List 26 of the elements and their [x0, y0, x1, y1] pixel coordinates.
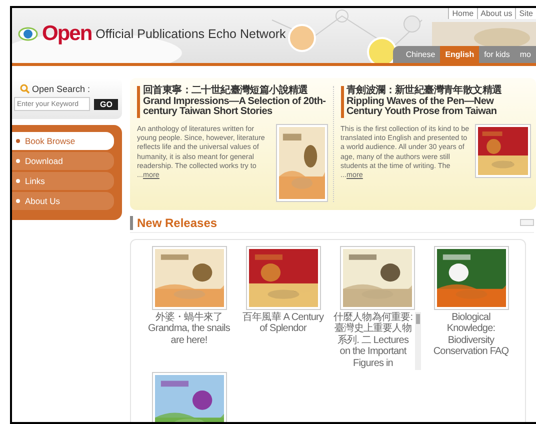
top-link[interactable]: About us — [476, 8, 516, 19]
menu-label: Download — [25, 156, 63, 166]
menu-item[interactable]: Download — [12, 152, 114, 170]
book-caption[interactable]: Biological Knowledge: Biodiversity Conservation FAQ — [427, 312, 515, 358]
menu-item[interactable]: Links — [12, 172, 114, 190]
search-title: Open Search : — [32, 84, 90, 94]
site-title: Official Publications Echo Network — [96, 27, 286, 41]
menu-label: Links — [25, 176, 45, 186]
go-button[interactable]: GO — [94, 98, 118, 110]
menu-label: Book Browse — [25, 136, 76, 146]
site-logo[interactable]: Open — [42, 22, 92, 46]
language-tab[interactable]: English — [440, 46, 480, 63]
section-heading: New Releases — [130, 216, 218, 230]
book-caption[interactable]: 百年風華 A Century of Splendor — [239, 312, 327, 334]
top-link[interactable]: Home — [448, 8, 477, 19]
feature-title[interactable]: 青劍波瀾：新世紀臺灣青年散文精選Rippling Waves of the Pen—New Century Youth Prose from Taiwan — [340, 86, 531, 118]
feature-title[interactable]: 回首東寧：二十世紀臺灣短篇小說精選Grand Impressions—A Selection of 20th-century Taiwan Short Stories — [137, 86, 328, 118]
book-caption[interactable]: 外婆・蝸牛來了 Grandma, the snails are here! — [145, 312, 233, 346]
menu-item[interactable]: About Us — [12, 192, 114, 210]
book-caption[interactable]: 什麼人物為何重要:臺灣史上重要人物系列. 二 Lectures on the Important Figures in — [333, 312, 421, 370]
language-tab[interactable]: for kids — [479, 46, 515, 63]
menu-label: About Us — [25, 196, 60, 206]
language-tab[interactable]: Chinese — [400, 46, 440, 63]
menu-item[interactable]: Book Browse — [12, 132, 114, 150]
language-tab[interactable]: mo — [514, 46, 536, 63]
top-link[interactable]: Site — [515, 8, 536, 19]
